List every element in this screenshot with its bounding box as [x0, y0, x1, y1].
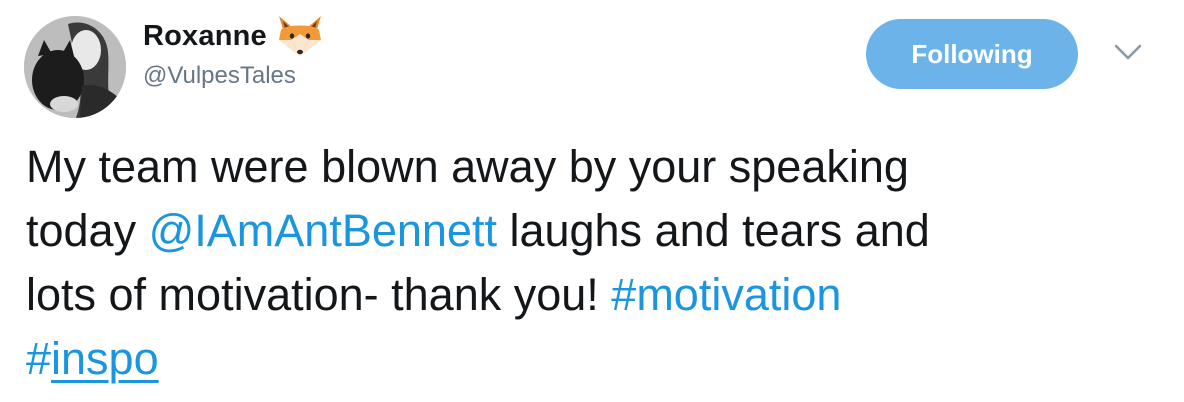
user-handle[interactable]: @VulpesTales — [143, 62, 296, 90]
tweet-line-1: My team were blown away by your speaking — [26, 141, 909, 192]
fox-face-icon — [275, 14, 325, 58]
tweet-text: My team were blown away by your speaking… — [26, 135, 1166, 391]
hashtag-inspo-hash: # — [26, 333, 52, 384]
hashtag-inspo-word: inspo — [51, 333, 159, 384]
avatar-photo — [24, 16, 126, 118]
hashtag-motivation-link[interactable]: #motivation — [611, 269, 841, 320]
mention-link[interactable]: @IAmAntBennett — [149, 205, 497, 256]
tweet-line-2-start: today — [26, 205, 149, 256]
chevron-down-icon[interactable] — [1112, 40, 1144, 64]
tweet-line-2-end: laughs and tears and — [496, 205, 930, 256]
hashtag-inspo-link[interactable]: #inspo — [26, 333, 159, 384]
following-button[interactable]: Following — [866, 19, 1078, 89]
tweet-card: Roxanne @VulpesTales Following My team w… — [0, 0, 1184, 402]
tweet-line-3-start: lots of motivation- thank you! — [26, 269, 612, 320]
author-name-row[interactable]: Roxanne — [143, 14, 325, 58]
display-name[interactable]: Roxanne — [143, 20, 267, 53]
avatar[interactable] — [24, 16, 126, 118]
